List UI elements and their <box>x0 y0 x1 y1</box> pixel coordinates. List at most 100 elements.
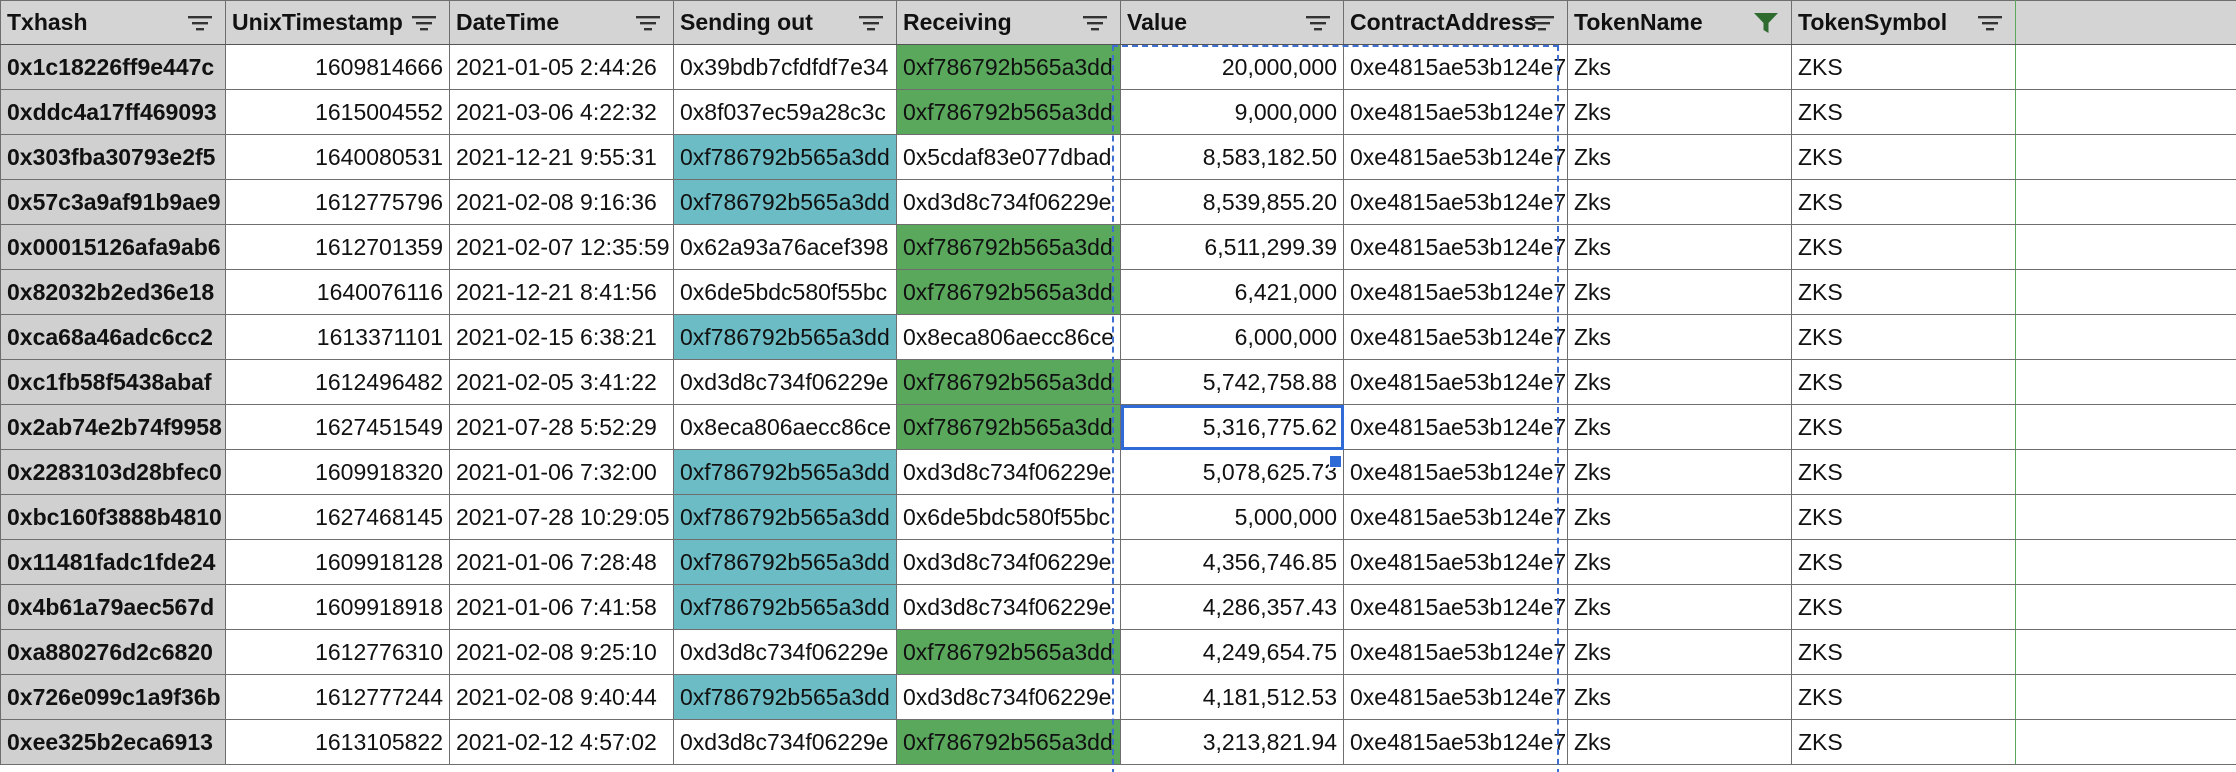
token-name-cell[interactable]: Zks <box>1567 314 1792 360</box>
receiving-cell[interactable]: 0x6de5bdc580f55bc <box>896 494 1121 540</box>
receiving-cell[interactable]: 0xd3d8c734f06229e <box>896 449 1121 495</box>
datetime-cell[interactable]: 2021-01-06 7:28:48 <box>449 539 674 585</box>
empty-cell[interactable] <box>2015 134 2236 180</box>
receiving-cell[interactable]: 0xf786792b565a3dd <box>896 44 1121 90</box>
contract-address-cell[interactable]: 0xe4815ae53b124e7 <box>1343 314 1568 360</box>
token-symbol-cell[interactable]: ZKS <box>1791 269 2016 315</box>
value-cell[interactable]: 20,000,000 <box>1120 44 1344 90</box>
empty-cell[interactable] <box>2015 494 2236 540</box>
token-name-cell[interactable]: Zks <box>1567 44 1792 90</box>
column-header-contractaddress[interactable]: ContractAddress <box>1343 0 1568 45</box>
datetime-cell[interactable]: 2021-03-06 4:22:32 <box>449 89 674 135</box>
sending-out-cell[interactable]: 0x8f037ec59a28c3c <box>673 89 897 135</box>
token-symbol-cell[interactable]: ZKS <box>1791 224 2016 270</box>
unix-timestamp-cell[interactable]: 1612776310 <box>225 629 450 675</box>
empty-cell[interactable] <box>2015 674 2236 720</box>
txhash-cell[interactable]: 0x4b61a79aec567d <box>0 584 226 630</box>
txhash-cell[interactable]: 0x303fba30793e2f5 <box>0 134 226 180</box>
txhash-cell[interactable]: 0x82032b2ed36e18 <box>0 269 226 315</box>
token-name-cell[interactable]: Zks <box>1567 674 1792 720</box>
token-name-cell[interactable]: Zks <box>1567 584 1792 630</box>
contract-address-cell[interactable]: 0xe4815ae53b124e7 <box>1343 44 1568 90</box>
column-header-datetime[interactable]: DateTime <box>449 0 674 45</box>
value-cell[interactable]: 4,356,746.85 <box>1120 539 1344 585</box>
token-symbol-cell[interactable]: ZKS <box>1791 494 2016 540</box>
receiving-cell[interactable]: 0xd3d8c734f06229e <box>896 674 1121 720</box>
contract-address-cell[interactable]: 0xe4815ae53b124e7 <box>1343 674 1568 720</box>
datetime-cell[interactable]: 2021-02-08 9:40:44 <box>449 674 674 720</box>
receiving-cell[interactable]: 0xf786792b565a3dd <box>896 629 1121 675</box>
token-symbol-cell[interactable]: ZKS <box>1791 359 2016 405</box>
value-cell[interactable]: 4,249,654.75 <box>1120 629 1344 675</box>
unix-timestamp-cell[interactable]: 1609918128 <box>225 539 450 585</box>
column-header-sending-out[interactable]: Sending out <box>673 0 897 45</box>
txhash-cell[interactable]: 0xbc160f3888b4810 <box>0 494 226 540</box>
empty-cell[interactable] <box>2015 44 2236 90</box>
receiving-cell[interactable]: 0xf786792b565a3dd <box>896 89 1121 135</box>
token-symbol-cell[interactable]: ZKS <box>1791 404 2016 450</box>
txhash-cell[interactable]: 0xee325b2eca6913 <box>0 719 226 765</box>
datetime-cell[interactable]: 2021-01-06 7:32:00 <box>449 449 674 495</box>
unix-timestamp-cell[interactable]: 1612701359 <box>225 224 450 270</box>
column-header-unixtimestamp[interactable]: UnixTimestamp <box>225 0 450 45</box>
unix-timestamp-cell[interactable]: 1612777244 <box>225 674 450 720</box>
empty-cell[interactable] <box>2015 629 2236 675</box>
value-cell[interactable]: 5,000,000 <box>1120 494 1344 540</box>
value-cell[interactable]: 5,078,625.73 <box>1120 449 1344 495</box>
datetime-cell[interactable]: 2021-07-28 5:52:29 <box>449 404 674 450</box>
sort-filter-icon[interactable] <box>633 10 663 36</box>
unix-timestamp-cell[interactable]: 1612496482 <box>225 359 450 405</box>
txhash-cell[interactable]: 0xca68a46adc6cc2 <box>0 314 226 360</box>
txhash-cell[interactable]: 0x57c3a9af91b9ae9 <box>0 179 226 225</box>
sort-filter-icon[interactable] <box>409 10 439 36</box>
value-cell[interactable]: 6,000,000 <box>1120 314 1344 360</box>
datetime-cell[interactable]: 2021-02-08 9:16:36 <box>449 179 674 225</box>
sending-out-cell[interactable]: 0x6de5bdc580f55bc <box>673 269 897 315</box>
txhash-cell[interactable]: 0x2283103d28bfec0 <box>0 449 226 495</box>
contract-address-cell[interactable]: 0xe4815ae53b124e7 <box>1343 179 1568 225</box>
value-cell[interactable]: 5,742,758.88 <box>1120 359 1344 405</box>
sort-filter-icon[interactable] <box>1975 10 2005 36</box>
txhash-cell[interactable]: 0xa880276d2c6820 <box>0 629 226 675</box>
token-symbol-cell[interactable]: ZKS <box>1791 719 2016 765</box>
token-name-cell[interactable]: Zks <box>1567 224 1792 270</box>
txhash-cell[interactable]: 0x1c18226ff9e447c <box>0 44 226 90</box>
empty-cell[interactable] <box>2015 359 2236 405</box>
sending-out-cell[interactable]: 0x8eca806aecc86ce <box>673 404 897 450</box>
contract-address-cell[interactable]: 0xe4815ae53b124e7 <box>1343 89 1568 135</box>
txhash-cell[interactable]: 0x2ab74e2b74f9958 <box>0 404 226 450</box>
empty-cell[interactable] <box>2015 404 2236 450</box>
sending-out-cell[interactable]: 0xd3d8c734f06229e <box>673 719 897 765</box>
value-cell[interactable]: 9,000,000 <box>1120 89 1344 135</box>
receiving-cell[interactable]: 0xf786792b565a3dd <box>896 719 1121 765</box>
value-cell[interactable]: 8,539,855.20 <box>1120 179 1344 225</box>
sending-out-cell[interactable]: 0x62a93a76acef398 <box>673 224 897 270</box>
unix-timestamp-cell[interactable]: 1609918320 <box>225 449 450 495</box>
value-cell[interactable]: 6,421,000 <box>1120 269 1344 315</box>
token-name-cell[interactable]: Zks <box>1567 494 1792 540</box>
value-cell[interactable]: 3,213,821.94 <box>1120 719 1344 765</box>
sort-filter-icon[interactable] <box>856 10 886 36</box>
empty-cell[interactable] <box>2015 89 2236 135</box>
txhash-cell[interactable]: 0x726e099c1a9f36b <box>0 674 226 720</box>
token-symbol-cell[interactable]: ZKS <box>1791 449 2016 495</box>
empty-cell[interactable] <box>2015 449 2236 495</box>
unix-timestamp-cell[interactable]: 1627468145 <box>225 494 450 540</box>
token-symbol-cell[interactable]: ZKS <box>1791 584 2016 630</box>
token-symbol-cell[interactable]: ZKS <box>1791 629 2016 675</box>
unix-timestamp-cell[interactable]: 1613105822 <box>225 719 450 765</box>
contract-address-cell[interactable]: 0xe4815ae53b124e7 <box>1343 134 1568 180</box>
unix-timestamp-cell[interactable]: 1609814666 <box>225 44 450 90</box>
token-name-cell[interactable]: Zks <box>1567 269 1792 315</box>
column-header-receiving[interactable]: Receiving <box>896 0 1121 45</box>
unix-timestamp-cell[interactable]: 1640080531 <box>225 134 450 180</box>
value-cell[interactable]: 5,316,775.62 <box>1120 404 1344 450</box>
contract-address-cell[interactable]: 0xe4815ae53b124e7 <box>1343 404 1568 450</box>
token-name-cell[interactable]: Zks <box>1567 134 1792 180</box>
contract-address-cell[interactable]: 0xe4815ae53b124e7 <box>1343 539 1568 585</box>
sort-filter-icon[interactable] <box>1303 10 1333 36</box>
contract-address-cell[interactable]: 0xe4815ae53b124e7 <box>1343 494 1568 540</box>
contract-address-cell[interactable]: 0xe4815ae53b124e7 <box>1343 359 1568 405</box>
token-name-cell[interactable]: Zks <box>1567 404 1792 450</box>
receiving-cell[interactable]: 0xf786792b565a3dd <box>896 404 1121 450</box>
